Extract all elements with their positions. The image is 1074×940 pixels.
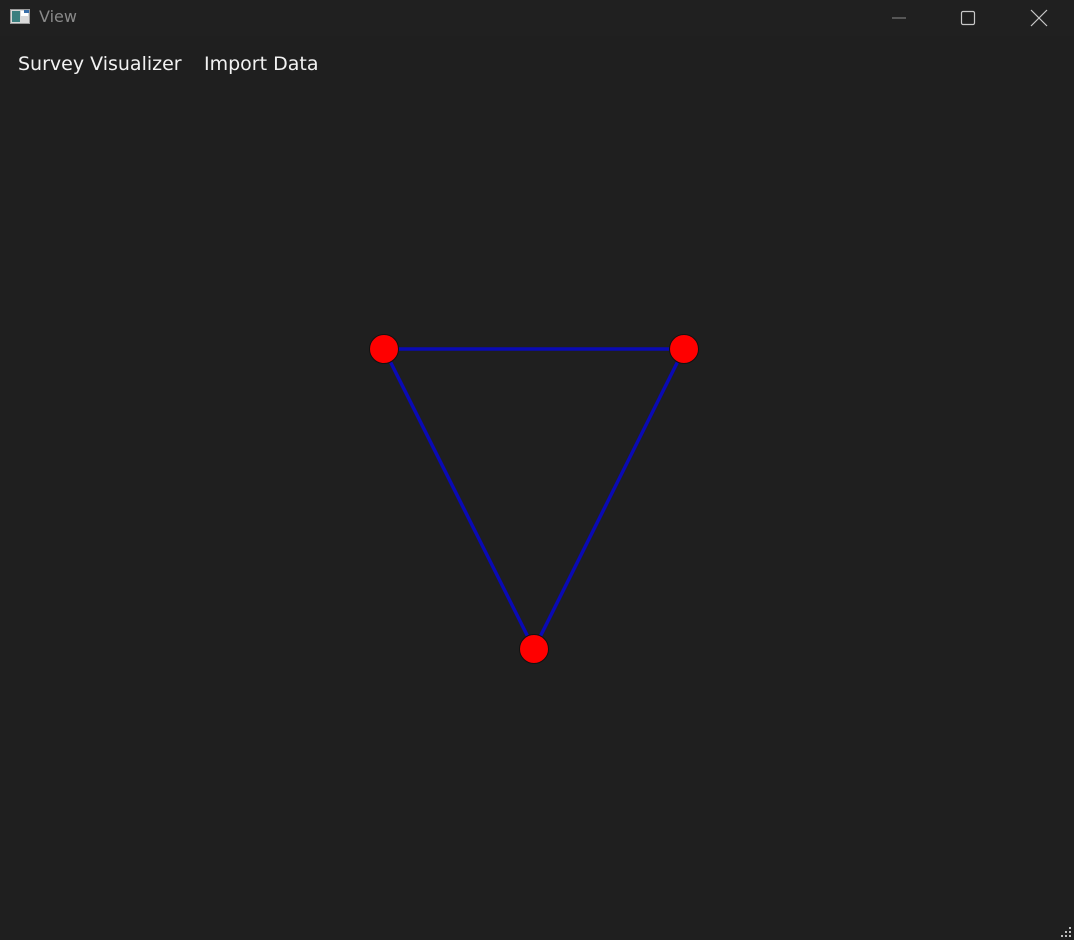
menu-bar: Survey Visualizer Import Data — [0, 40, 1074, 88]
close-button[interactable] — [1004, 0, 1074, 36]
graph-canvas[interactable] — [0, 88, 1074, 940]
window-title: View — [39, 7, 77, 26]
maximize-icon — [960, 10, 976, 26]
app-window-icon — [10, 9, 30, 24]
maximize-button[interactable] — [933, 0, 1003, 36]
graph-node-n1[interactable] — [369, 334, 399, 364]
app-window: View Survey Visualizer Import Data — [0, 0, 1074, 940]
close-icon — [1030, 9, 1048, 27]
menu-import-data[interactable]: Import Data — [204, 52, 318, 76]
resize-grip-icon[interactable] — [1061, 927, 1071, 937]
title-bar[interactable]: View — [0, 0, 1074, 36]
nodes-layer — [369, 334, 699, 664]
edges-layer — [382, 347, 686, 650]
graph-edge-n3-n1[interactable] — [382, 348, 536, 650]
graph-edge-n2-n3[interactable] — [532, 348, 686, 650]
graph-node-n3[interactable] — [519, 634, 549, 664]
minimize-icon — [892, 17, 906, 19]
minimize-button[interactable] — [864, 0, 934, 36]
graph-node-n2[interactable] — [669, 334, 699, 364]
menu-survey-visualizer[interactable]: Survey Visualizer — [18, 52, 182, 76]
